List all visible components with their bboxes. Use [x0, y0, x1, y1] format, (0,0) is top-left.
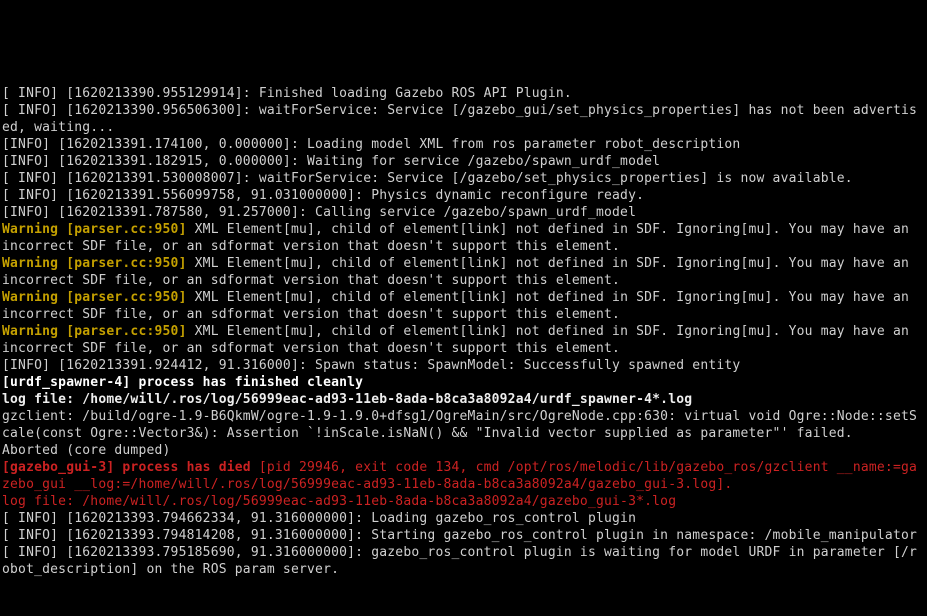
- log-line-info: [ INFO] [1620213393.795185690, 91.316000…: [2, 545, 917, 577]
- log-process-finished: [urdf_spawner-4] process has finished cl…: [2, 375, 363, 390]
- log-process-died-head: [gazebo_gui-3] process has died: [2, 460, 251, 475]
- log-line-info: [INFO] [1620213391.924412, 91.316000]: S…: [2, 358, 740, 373]
- log-line-info: [ INFO] [1620213393.794814208, 91.316000…: [2, 528, 917, 543]
- log-warning-prefix: Warning [parser.cc:950]: [2, 222, 187, 237]
- log-error-file-path: log file: /home/will/.ros/log/56999eac-a…: [2, 494, 676, 509]
- log-assertion-fail: gzclient: /build/ogre-1.9-B6QkmW/ogre-1.…: [2, 409, 917, 441]
- log-file-path: log file: /home/will/.ros/log/56999eac-a…: [2, 392, 692, 407]
- log-aborted: Aborted (core dumped): [2, 443, 171, 458]
- log-warning-prefix: Warning [parser.cc:950]: [2, 324, 187, 339]
- log-line-info: [INFO] [1620213391.787580, 91.257000]: C…: [2, 205, 636, 220]
- log-line-info: [ INFO] [1620213390.956506300]: waitForS…: [2, 103, 917, 135]
- log-line-info: [ INFO] [1620213390.955129914]: Finished…: [2, 86, 572, 101]
- terminal-output[interactable]: [ INFO] [1620213390.955129914]: Finished…: [0, 85, 927, 578]
- log-line-info: [ INFO] [1620213391.556099758, 91.031000…: [2, 188, 644, 203]
- log-line-info: [ INFO] [1620213393.794662334, 91.316000…: [2, 511, 636, 526]
- log-line-info: [ INFO] [1620213391.530008007]: waitForS…: [2, 171, 853, 186]
- log-line-info: [INFO] [1620213391.174100, 0.000000]: Lo…: [2, 137, 740, 152]
- log-warning-prefix: Warning [parser.cc:950]: [2, 290, 187, 305]
- log-warning-prefix: Warning [parser.cc:950]: [2, 256, 187, 271]
- log-line-info: [INFO] [1620213391.182915, 0.000000]: Wa…: [2, 154, 660, 169]
